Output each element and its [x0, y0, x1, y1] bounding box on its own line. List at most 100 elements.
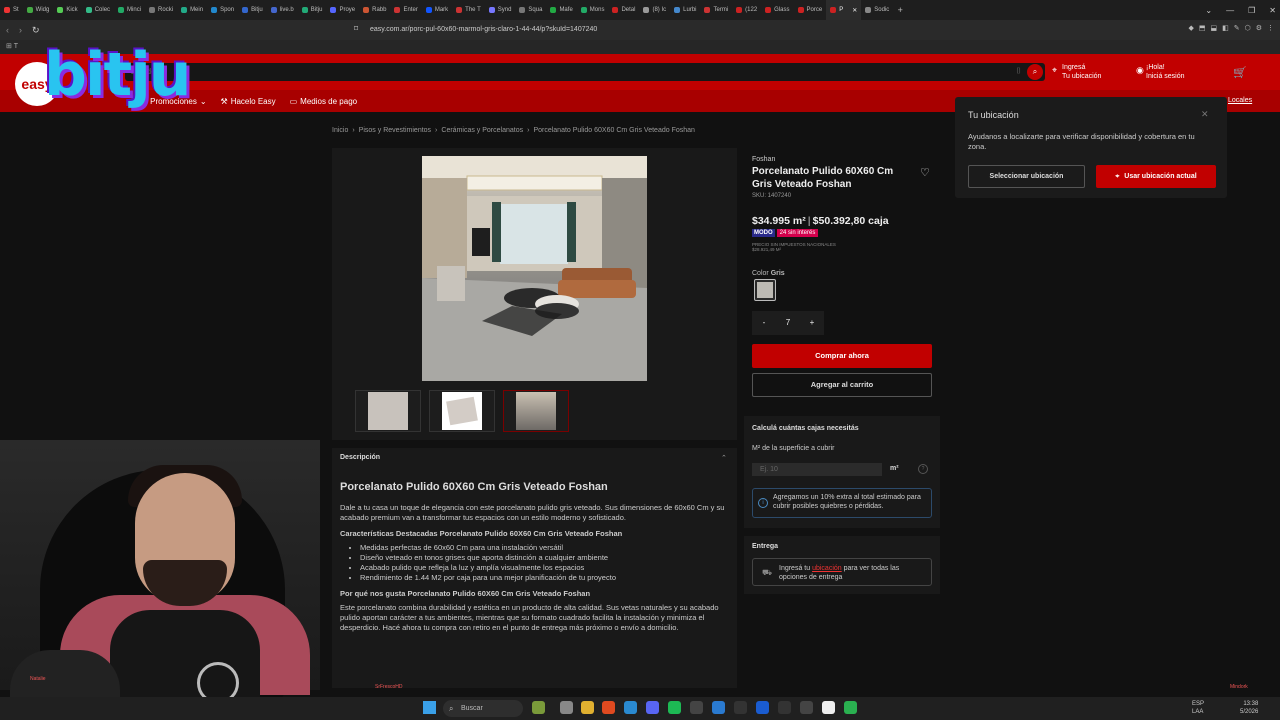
browser-tab[interactable]: Squa: [515, 0, 546, 20]
location-link[interactable]: ubicación: [812, 565, 842, 572]
settings-icon[interactable]: ⚙: [1256, 24, 1262, 32]
browser-tab[interactable]: St: [0, 0, 23, 20]
url-field[interactable]: easy.com.ar/porc-pul-60x60-marmol-gris-c…: [370, 24, 910, 36]
use-current-location-button[interactable]: ⌖ Usar ubicación actual: [1096, 165, 1216, 188]
browser-tab[interactable]: Porce: [794, 0, 827, 20]
extension-icon[interactable]: ◆: [1188, 24, 1193, 32]
browser-tab-active[interactable]: P ✕: [826, 0, 862, 20]
spotify-icon[interactable]: [668, 701, 681, 714]
browser-tab[interactable]: Widg: [23, 0, 54, 20]
browser-tab[interactable]: Enter: [390, 0, 421, 20]
forward-icon[interactable]: ›: [19, 25, 22, 36]
breadcrumb-item[interactable]: Cerámicas y Porcelanatos: [441, 127, 523, 134]
browser-tab[interactable]: Bitju: [298, 0, 327, 20]
breadcrumb-item[interactable]: Pisos y Revestimientos: [359, 127, 431, 134]
taskbar-app-icon[interactable]: [712, 701, 725, 714]
close-window-icon[interactable]: ✕: [1269, 6, 1276, 15]
clock[interactable]: 13:38 5/2026: [1240, 700, 1258, 716]
qty-plus-button[interactable]: +: [800, 311, 824, 335]
heart-icon[interactable]: ♡: [920, 166, 930, 179]
taskbar-app-icon[interactable]: [756, 701, 769, 714]
extension-icon[interactable]: ⬓: [1210, 24, 1217, 32]
thumbnail[interactable]: [355, 390, 421, 432]
whatsapp-icon[interactable]: [844, 701, 857, 714]
taskbar-app-icon[interactable]: [822, 701, 835, 714]
thumbnail[interactable]: [429, 390, 495, 432]
minimize-icon[interactable]: —: [1226, 6, 1234, 15]
browser-tab[interactable]: Lurbi: [670, 0, 700, 20]
browser-tab[interactable]: Sodic: [861, 0, 893, 20]
apps-icon[interactable]: ⊞: [6, 43, 12, 50]
browser-tab[interactable]: (122: [732, 0, 761, 20]
browser-tab[interactable]: Synd: [485, 0, 516, 20]
new-tab-button[interactable]: +: [893, 5, 907, 15]
thumbnail-selected[interactable]: [503, 390, 569, 432]
bookmark-icon[interactable]: ⌑: [354, 24, 358, 33]
qty-minus-button[interactable]: -: [752, 311, 776, 335]
taskbar-app-icon[interactable]: [734, 701, 747, 714]
taskbar-search[interactable]: ⌕ Buscar: [443, 700, 523, 717]
browser-tab[interactable]: Spon: [207, 0, 238, 20]
surface-input[interactable]: Ej. 10: [752, 463, 882, 476]
extension-icon[interactable]: ⬒: [1199, 24, 1206, 32]
browser-tab[interactable]: Glass: [761, 0, 793, 20]
reload-icon[interactable]: ↻: [32, 25, 40, 36]
header-login-button[interactable]: ◉ ¡Hola! Iniciá sesión: [1136, 63, 1185, 81]
nav-medios-de-pago[interactable]: ▭ Medios de pago: [290, 97, 358, 106]
extension-icon[interactable]: ⬡: [1245, 24, 1251, 32]
chevron-up-icon[interactable]: ⌃: [721, 454, 727, 462]
back-icon[interactable]: ‹: [6, 25, 9, 36]
browser-tab[interactable]: Colec: [82, 0, 114, 20]
search-icon[interactable]: ⌕: [1027, 64, 1043, 80]
folder-icon[interactable]: [581, 701, 594, 714]
browser-tab[interactable]: Rabb: [359, 0, 390, 20]
product-brand[interactable]: Foshan: [752, 156, 775, 163]
windows-start-icon[interactable]: [423, 701, 436, 714]
qty-input[interactable]: 7: [776, 311, 800, 335]
site-search-input[interactable]: bu...do? ⌷ ⌕: [125, 63, 1045, 81]
discord-icon[interactable]: [646, 701, 659, 714]
browser-tab[interactable]: Rocki: [145, 0, 177, 20]
edit-icon[interactable]: ✎: [1234, 24, 1240, 32]
browser-tab[interactable]: Mons: [577, 0, 609, 20]
select-location-button[interactable]: Seleccionar ubicación: [968, 165, 1085, 188]
nav-hacelo-easy[interactable]: ⚒ Hacelo Easy: [221, 97, 276, 106]
browser-tab[interactable]: Mafe: [546, 0, 576, 20]
browser-tab[interactable]: Mark: [422, 0, 452, 20]
tab-search-icon[interactable]: ⌄: [1205, 6, 1212, 15]
header-location-button[interactable]: ⌖ Ingresá Tu ubicación: [1052, 63, 1101, 81]
product-main-image[interactable]: [422, 156, 647, 381]
browser-icon[interactable]: [602, 701, 615, 714]
bookmark-item[interactable]: T: [14, 43, 18, 50]
taskbar-app-icon[interactable]: [778, 701, 791, 714]
menu-icon[interactable]: ⋮: [1267, 24, 1274, 32]
browser-tab[interactable]: Minci: [114, 0, 145, 20]
buy-now-button[interactable]: Comprar ahora: [752, 344, 932, 368]
browser-tab[interactable]: Termi: [700, 0, 732, 20]
tab-close-icon[interactable]: ✕: [852, 7, 857, 14]
close-icon[interactable]: ✕: [1201, 109, 1209, 120]
breadcrumb-item[interactable]: Inicio: [332, 127, 348, 134]
browser-tab[interactable]: Detal: [608, 0, 639, 20]
color-swatch-gris[interactable]: [754, 279, 776, 301]
help-icon[interactable]: ?: [918, 464, 928, 474]
browser-tab[interactable]: live.b: [267, 0, 298, 20]
maximize-icon[interactable]: ❐: [1248, 6, 1255, 15]
taskbar-app-icon[interactable]: [800, 701, 813, 714]
telegram-icon[interactable]: [624, 701, 637, 714]
browser-tab[interactable]: (8) Ic: [639, 0, 670, 20]
extension-icon[interactable]: ◧: [1222, 24, 1229, 32]
browser-tab[interactable]: Bitju: [238, 0, 267, 20]
cart-icon[interactable]: 🛒: [1233, 66, 1247, 79]
browser-tab[interactable]: Mein: [177, 0, 207, 20]
locales-link[interactable]: Locales: [1228, 97, 1252, 104]
browser-tab[interactable]: The T: [452, 0, 485, 20]
browser-tab[interactable]: Kick: [53, 0, 81, 20]
taskbar-app-icon[interactable]: [560, 701, 573, 714]
language-indicator[interactable]: ESP LAA: [1192, 700, 1204, 716]
taskbar-app-icon[interactable]: [690, 701, 703, 714]
browser-tab[interactable]: Proye: [326, 0, 359, 20]
taskbar-app-icon[interactable]: [532, 701, 545, 714]
camera-icon[interactable]: ⌷: [1016, 66, 1021, 76]
description-toggle[interactable]: Descripción: [340, 454, 380, 461]
